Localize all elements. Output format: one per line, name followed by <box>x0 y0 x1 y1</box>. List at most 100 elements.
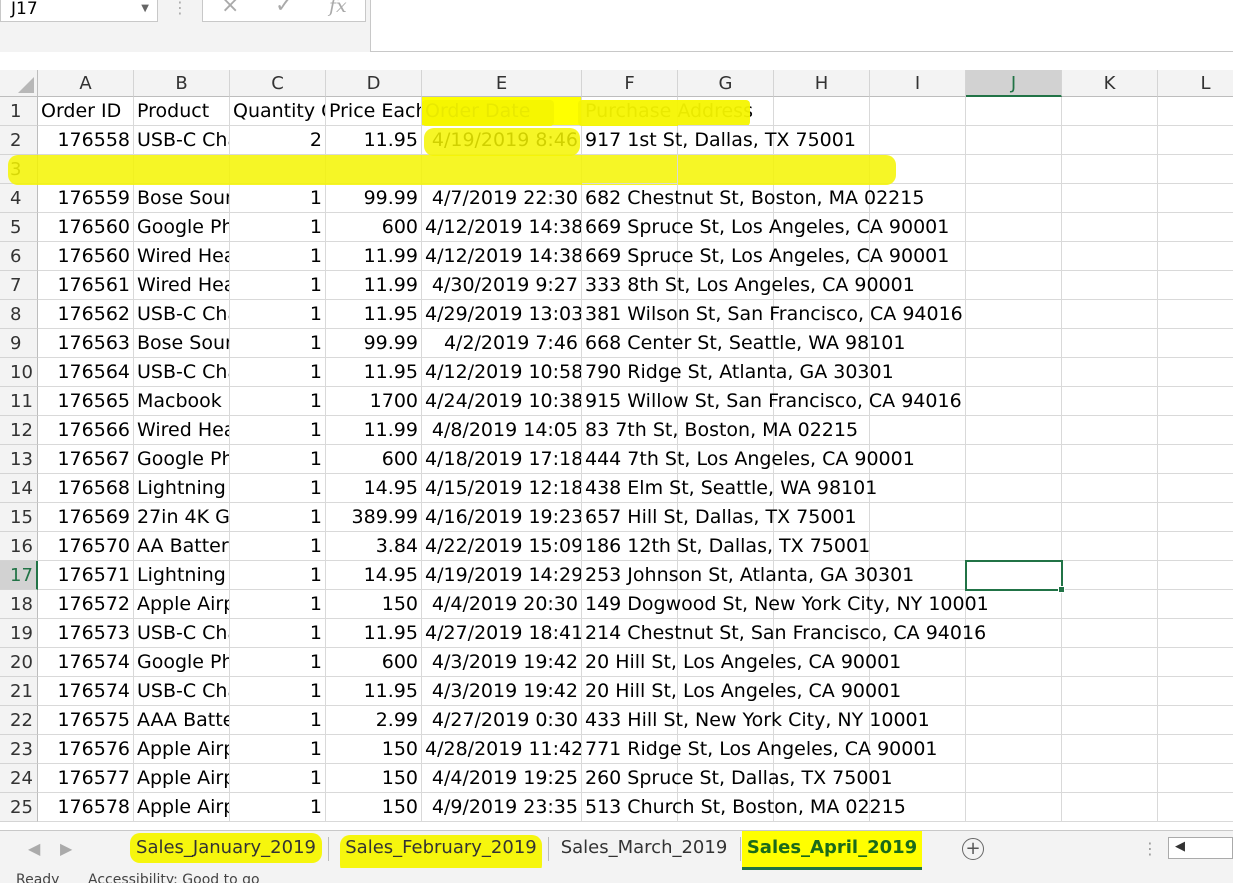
horizontal-scrollbar[interactable]: ◀ <box>1168 837 1233 859</box>
grid-cell[interactable] <box>1158 503 1233 532</box>
grid-cell[interactable] <box>1062 387 1158 416</box>
cell-b[interactable]: Lightning <box>134 474 230 503</box>
grid-cell[interactable] <box>966 677 1062 706</box>
cell-b[interactable]: USB-C Cha <box>134 677 230 706</box>
row-header[interactable]: 2 <box>0 126 38 155</box>
grid-cell[interactable] <box>966 126 1062 155</box>
cell-a[interactable]: 176568 <box>38 474 134 503</box>
cell-b[interactable]: USB-C Cha <box>134 619 230 648</box>
grid-cell[interactable] <box>1158 300 1233 329</box>
cell-d[interactable]: 11.95 <box>326 300 422 329</box>
cell-f[interactable]: 657 Hill St, Dallas, TX 75001 <box>582 503 857 532</box>
cell-b[interactable]: Apple Airp <box>134 793 230 822</box>
formula-input[interactable] <box>370 0 1233 52</box>
name-box[interactable]: J17 ▼ <box>0 0 158 22</box>
cell-c[interactable]: 1 <box>230 619 326 648</box>
grid-cell[interactable] <box>1062 97 1158 126</box>
cancel-icon[interactable]: × <box>221 0 239 18</box>
row-header[interactable]: 7 <box>0 271 38 300</box>
cell-e[interactable]: 4/4/2019 20:30 <box>422 590 582 619</box>
cell-a[interactable]: 176577 <box>38 764 134 793</box>
sheet-tab[interactable]: Sales_January_2019 <box>128 831 324 867</box>
cell-e[interactable]: 4/12/2019 14:38 <box>422 213 582 242</box>
cell-e[interactable]: 4/28/2019 11:42 <box>422 735 582 764</box>
cell-e[interactable]: 4/8/2019 14:05 <box>422 416 582 445</box>
cell-d[interactable]: 11.99 <box>326 271 422 300</box>
row-header[interactable]: 20 <box>0 648 38 677</box>
cell-b[interactable]: AAA Batte <box>134 706 230 735</box>
grid-cell[interactable] <box>1158 793 1233 822</box>
cell-d[interactable]: 14.95 <box>326 561 422 590</box>
cell-f[interactable]: 260 Spruce St, Dallas, TX 75001 <box>582 764 893 793</box>
cell-a[interactable]: 176575 <box>38 706 134 735</box>
cell-b[interactable]: Wired Hea <box>134 242 230 271</box>
cell-f[interactable]: 513 Church St, Boston, MA 02215 <box>582 793 906 822</box>
grid-cell[interactable] <box>1158 735 1233 764</box>
cell-b[interactable]: Google Ph <box>134 213 230 242</box>
cell-d[interactable]: 150 <box>326 590 422 619</box>
cell-a[interactable]: 176569 <box>38 503 134 532</box>
cell-d[interactable]: 389.99 <box>326 503 422 532</box>
row-header[interactable]: 14 <box>0 474 38 503</box>
cell-d[interactable]: 150 <box>326 793 422 822</box>
cell-f[interactable]: 83 7th St, Boston, MA 02215 <box>582 416 858 445</box>
cell-e[interactable]: 4/12/2019 10:58 <box>422 358 582 387</box>
cell-c[interactable]: 1 <box>230 358 326 387</box>
cell-d[interactable]: 11.95 <box>326 619 422 648</box>
cell-a[interactable]: 176560 <box>38 213 134 242</box>
cell-a[interactable]: 176571 <box>38 561 134 590</box>
grid-cell[interactable] <box>1158 358 1233 387</box>
cell-f[interactable]: 438 Elm St, Seattle, WA 98101 <box>582 474 877 503</box>
cell-f[interactable]: 444 7th St, Los Angeles, CA 90001 <box>582 445 915 474</box>
grid-cell[interactable] <box>870 97 966 126</box>
header-cell-a[interactable]: Order ID <box>38 97 134 126</box>
cell-e[interactable]: 4/30/2019 9:27 <box>422 271 582 300</box>
cell-b[interactable]: Lightning <box>134 561 230 590</box>
grid-cell[interactable] <box>1158 590 1233 619</box>
row-header[interactable]: 17 <box>0 561 38 590</box>
grid-cell[interactable] <box>966 474 1062 503</box>
cell-e[interactable]: 4/19/2019 14:29 <box>422 561 582 590</box>
cell-e[interactable]: 4/16/2019 19:23 <box>422 503 582 532</box>
grid-cell[interactable] <box>1062 503 1158 532</box>
cell-b[interactable]: Macbook <box>134 387 230 416</box>
grid-cell[interactable] <box>1062 474 1158 503</box>
cell-e[interactable]: 4/2/2019 7:46 <box>422 329 582 358</box>
grid-cell[interactable] <box>870 126 966 155</box>
grid-cell[interactable] <box>966 793 1062 822</box>
grid-cell[interactable] <box>1062 358 1158 387</box>
cell-a[interactable]: 176576 <box>38 735 134 764</box>
grid-cell[interactable] <box>966 735 1062 764</box>
grid-cell[interactable] <box>1062 619 1158 648</box>
cell-d[interactable]: 14.95 <box>326 474 422 503</box>
sheet-tab[interactable]: Sales_March_2019 <box>552 831 736 867</box>
enter-icon[interactable]: ✓ <box>275 0 293 18</box>
grid-cell[interactable] <box>1062 445 1158 474</box>
grid-cell[interactable] <box>1158 97 1233 126</box>
grid-cell[interactable] <box>966 300 1062 329</box>
column-header-d[interactable]: D <box>326 70 422 97</box>
cell-b[interactable]: USB-C Cha <box>134 126 230 155</box>
cell-e[interactable]: 4/3/2019 19:42 <box>422 648 582 677</box>
cell-e[interactable]: 4/22/2019 15:09 <box>422 532 582 561</box>
grid-cell[interactable] <box>966 184 1062 213</box>
cell-b[interactable]: USB-C Cha <box>134 300 230 329</box>
grid-cell[interactable] <box>1158 619 1233 648</box>
cell-b[interactable]: 27in 4K Ga <box>134 503 230 532</box>
cell-d[interactable]: 600 <box>326 445 422 474</box>
row-header[interactable]: 10 <box>0 358 38 387</box>
cell-c[interactable]: 1 <box>230 561 326 590</box>
grid-cell[interactable] <box>966 416 1062 445</box>
column-header-c[interactable]: C <box>230 70 326 97</box>
grid-cell[interactable] <box>1158 155 1233 184</box>
row-header[interactable]: 6 <box>0 242 38 271</box>
column-header-e[interactable]: E <box>422 70 582 97</box>
grid-cell[interactable] <box>870 474 966 503</box>
cell-e[interactable]: 4/4/2019 19:25 <box>422 764 582 793</box>
cell-a[interactable]: 176573 <box>38 619 134 648</box>
grid-cell[interactable] <box>1062 184 1158 213</box>
grid-cell[interactable] <box>1062 271 1158 300</box>
cell-d[interactable]: 11.95 <box>326 126 422 155</box>
grid-cell[interactable] <box>1158 532 1233 561</box>
grid-cell[interactable] <box>1062 242 1158 271</box>
